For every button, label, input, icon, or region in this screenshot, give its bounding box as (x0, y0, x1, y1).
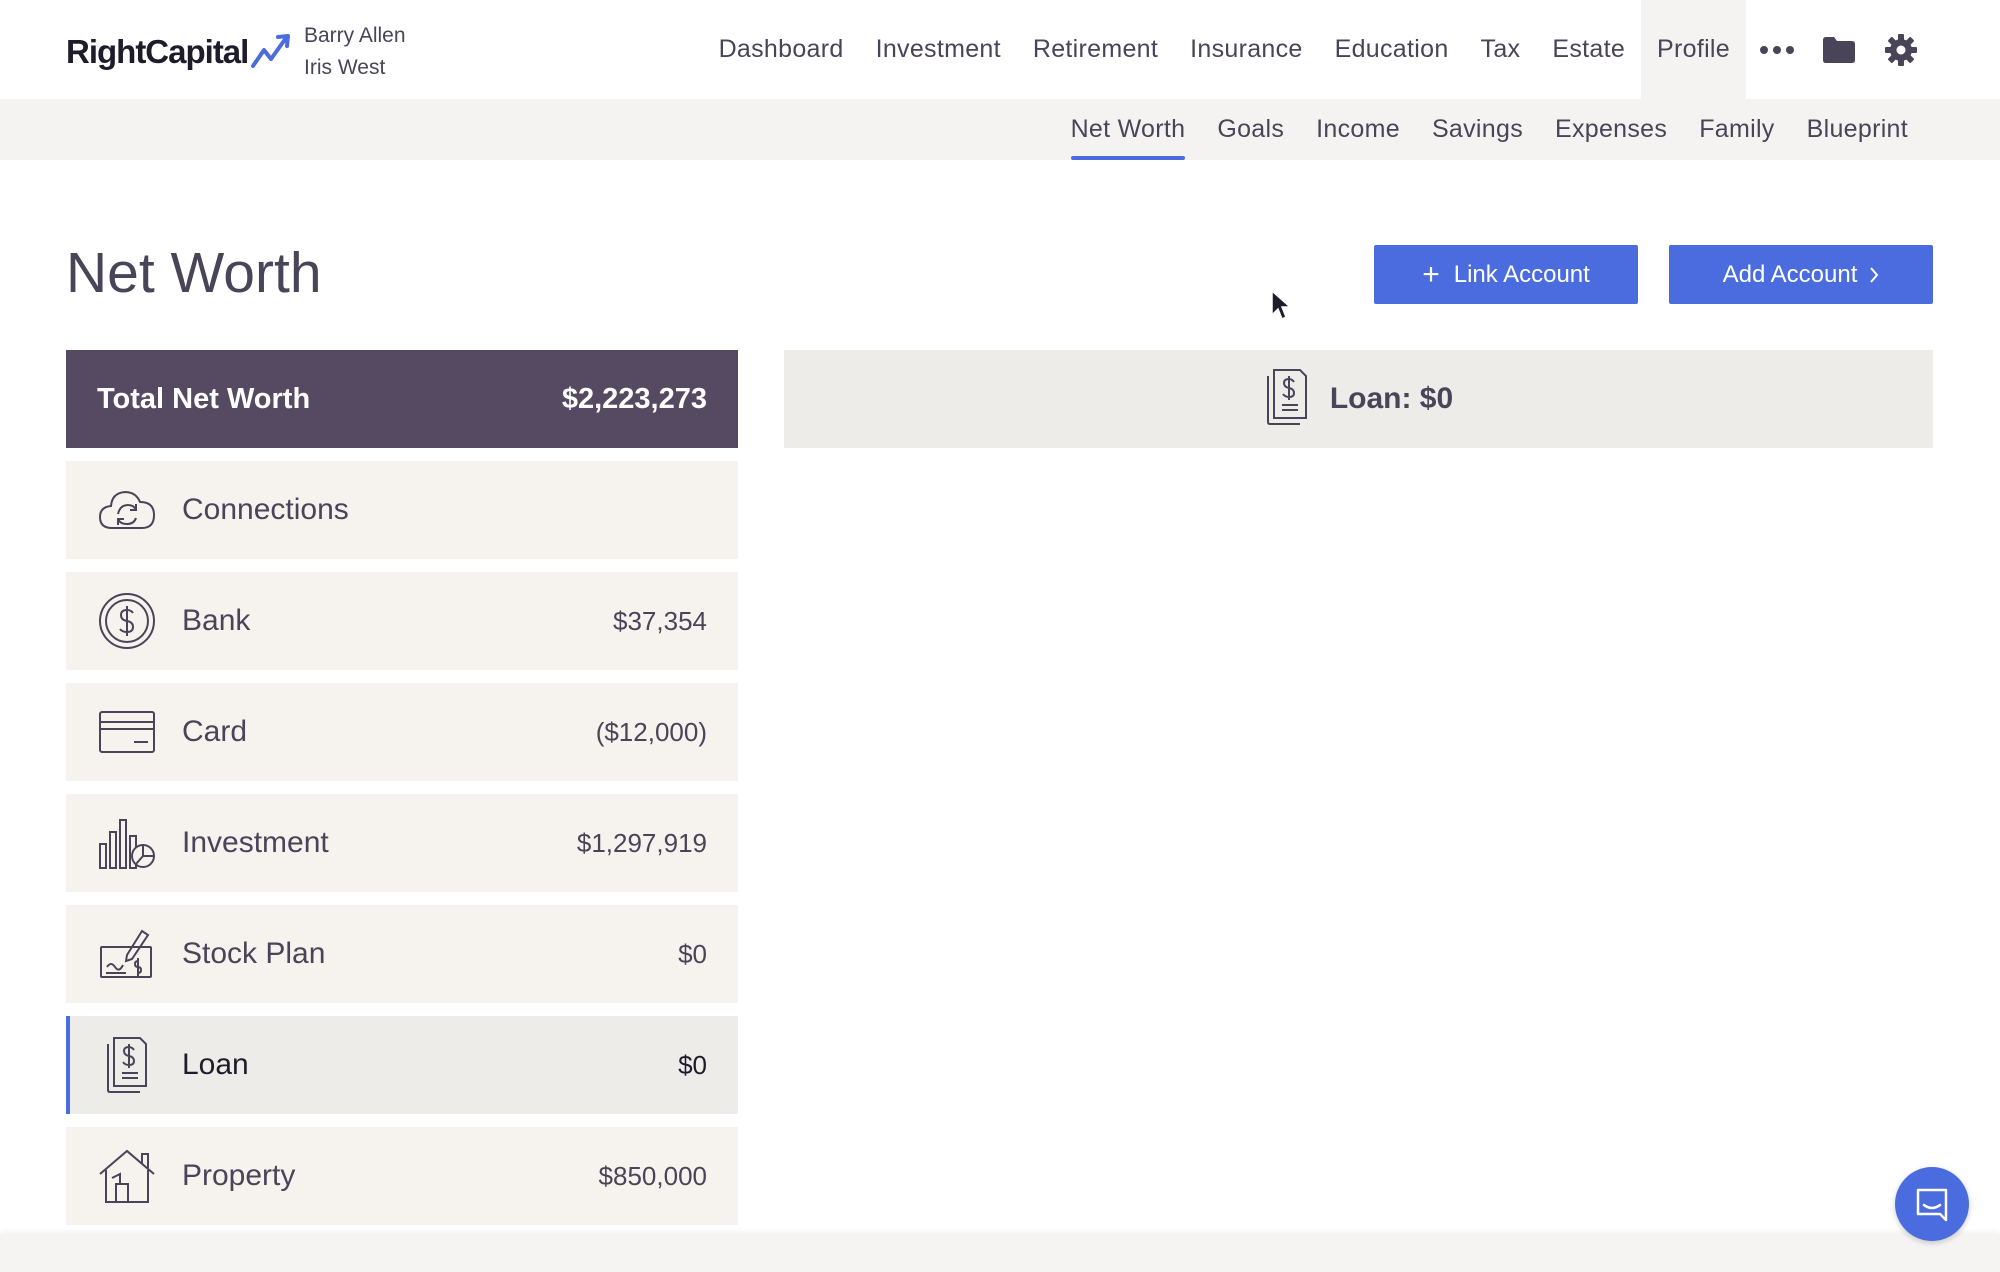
nav-insurance[interactable]: Insurance (1174, 0, 1319, 99)
stock-plan-check-icon (98, 925, 156, 983)
nav-tax[interactable]: Tax (1465, 0, 1537, 99)
nav-investment[interactable]: Investment (860, 0, 1017, 99)
category-value: ($12,000) (595, 716, 707, 747)
category-value: $1,297,919 (576, 827, 707, 858)
plus-icon: + (1422, 257, 1440, 291)
category-stock-plan[interactable]: Stock Plan $0 (66, 905, 738, 1003)
category-label: Investment (182, 826, 329, 859)
folder-icon[interactable] (1808, 0, 1870, 99)
brand-name: RightCapital (66, 33, 249, 70)
tab-family[interactable]: Family (1683, 99, 1790, 160)
total-net-worth-card: Total Net Worth $2,223,273 (66, 350, 738, 448)
bottom-drawer (0, 1234, 2000, 1272)
category-label: Loan (182, 1048, 249, 1081)
chat-icon (1916, 1188, 1948, 1222)
category-label: Card (182, 715, 248, 748)
more-icon[interactable] (1746, 0, 1808, 99)
category-property[interactable]: Property $850,000 (66, 1127, 738, 1225)
credit-card-icon (98, 703, 156, 761)
net-worth-categories: Total Net Worth $2,223,273 Connections B (66, 350, 738, 1225)
tab-expenses[interactable]: Expenses (1539, 99, 1683, 160)
tab-savings[interactable]: Savings (1416, 99, 1539, 160)
category-loan[interactable]: Loan $0 (66, 1016, 738, 1114)
category-label: Connections (182, 493, 349, 526)
link-account-button[interactable]: + Link Account (1374, 245, 1638, 304)
link-account-label: Link Account (1453, 260, 1590, 288)
client-name-spouse: Iris West (304, 56, 386, 79)
category-card[interactable]: Card ($12,000) (66, 683, 738, 781)
tab-net-worth[interactable]: Net Worth (1055, 99, 1202, 160)
category-value: $0 (678, 938, 707, 969)
tab-goals[interactable]: Goals (1201, 99, 1300, 160)
chevron-right-icon (1870, 266, 1879, 283)
total-net-worth-value: $2,223,273 (561, 382, 707, 415)
sub-nav-bar: Net Worth Goals Income Savings Expenses … (0, 99, 2000, 160)
main-nav: Dashboard Investment Retirement Insuranc… (703, 0, 2000, 99)
loan-detail-header: Loan: $0 (784, 350, 1933, 448)
category-label: Property (182, 1159, 296, 1192)
category-investment[interactable]: Investment $1,297,919 (66, 794, 738, 892)
category-connections[interactable]: Connections (66, 461, 738, 559)
nav-profile[interactable]: Profile (1641, 0, 1746, 99)
category-bank[interactable]: Bank $37,354 (66, 572, 738, 670)
logo-arrow-icon (251, 34, 291, 68)
dollar-coin-icon (98, 592, 156, 650)
client-names: Barry Allen Iris West (304, 20, 406, 84)
mouse-cursor-icon (1271, 289, 1292, 321)
page-title: Net Worth (66, 241, 322, 305)
loan-detail-title: Loan: $0 (1329, 382, 1454, 415)
loan-document-icon (98, 1036, 156, 1094)
gear-icon[interactable] (1870, 0, 1932, 99)
nav-dashboard[interactable]: Dashboard (703, 0, 860, 99)
nav-education[interactable]: Education (1319, 0, 1465, 99)
nav-retirement[interactable]: Retirement (1017, 0, 1174, 99)
add-account-label: Add Account (1722, 260, 1858, 288)
client-name-primary: Barry Allen (304, 24, 406, 47)
tab-income[interactable]: Income (1300, 99, 1416, 160)
category-value: $37,354 (613, 605, 707, 636)
nav-estate[interactable]: Estate (1536, 0, 1641, 99)
house-icon (98, 1147, 156, 1205)
category-value: $850,000 (598, 1160, 707, 1191)
cloud-sync-icon (98, 481, 156, 539)
brand-logo[interactable]: RightCapital (66, 30, 292, 74)
category-label: Bank (182, 604, 251, 637)
total-net-worth-label: Total Net Worth (97, 382, 311, 415)
loan-document-icon (1264, 368, 1310, 431)
sub-nav: Net Worth Goals Income Savings Expenses … (1055, 99, 1924, 160)
category-value: $0 (678, 1049, 707, 1080)
top-bar: RightCapital Barry Allen Iris West Dashb… (0, 0, 2000, 99)
investment-chart-icon (98, 814, 156, 872)
add-account-button[interactable]: Add Account (1669, 245, 1933, 304)
category-label: Stock Plan (182, 937, 326, 970)
chat-launcher-button[interactable] (1895, 1167, 1969, 1241)
tab-blueprint[interactable]: Blueprint (1791, 99, 1924, 160)
